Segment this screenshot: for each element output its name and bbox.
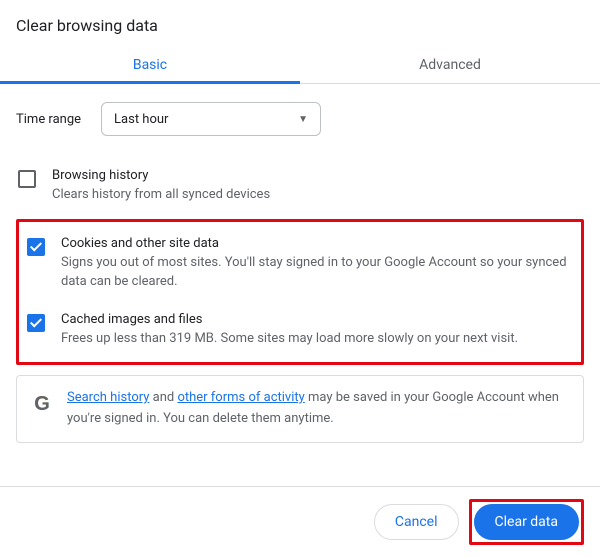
checkbox-browsing-history[interactable] [18, 170, 36, 188]
time-range-select[interactable]: Last hour ▼ [101, 102, 321, 136]
google-logo-icon: G [31, 388, 53, 420]
checkbox-cookies[interactable] [27, 238, 45, 256]
link-other-activity[interactable]: other forms of activity [177, 390, 304, 405]
dialog-title: Clear browsing data [0, 0, 600, 45]
option-desc: Clears history from all synced devices [52, 185, 270, 205]
option-text: Cached images and files Frees up less th… [61, 312, 518, 349]
option-text: Cookies and other site data Signs you ou… [61, 236, 569, 292]
dialog-footer: Cancel Clear data [0, 486, 600, 557]
tabs: Basic Advanced [0, 45, 600, 84]
clear-data-button[interactable]: Clear data [474, 504, 579, 540]
time-range-value: Last hour [114, 112, 168, 127]
option-browsing-history: Browsing history Clears history from all… [16, 158, 584, 215]
dialog-body[interactable]: Time range Last hour ▼ Browsing history … [0, 84, 600, 486]
cancel-button[interactable]: Cancel [374, 504, 459, 540]
option-cookies: Cookies and other site data Signs you ou… [25, 226, 575, 302]
option-title: Cookies and other site data [61, 236, 569, 251]
option-desc: Signs you out of most sites. You'll stay… [61, 253, 569, 292]
caret-down-icon: ▼ [298, 114, 308, 125]
info-text: Search history and other forms of activi… [67, 388, 569, 430]
time-range-row: Time range Last hour ▼ [16, 102, 584, 136]
option-title: Browsing history [52, 168, 270, 183]
option-cache: Cached images and files Frees up less th… [25, 302, 575, 359]
clear-browsing-data-dialog: Clear browsing data Basic Advanced Time … [0, 0, 600, 557]
google-account-info: G Search history and other forms of acti… [16, 375, 584, 443]
highlight-box-options: Cookies and other site data Signs you ou… [16, 219, 584, 366]
tab-basic[interactable]: Basic [0, 45, 300, 83]
option-text: Browsing history Clears history from all… [52, 168, 270, 205]
checkbox-cache[interactable] [27, 314, 45, 332]
highlight-box-clear-button: Clear data [469, 499, 584, 545]
option-desc: Frees up less than 319 MB. Some sites ma… [61, 329, 518, 349]
option-title: Cached images and files [61, 312, 518, 327]
tab-advanced[interactable]: Advanced [300, 45, 600, 83]
link-search-history[interactable]: Search history [67, 390, 149, 405]
time-range-label: Time range [16, 112, 81, 127]
